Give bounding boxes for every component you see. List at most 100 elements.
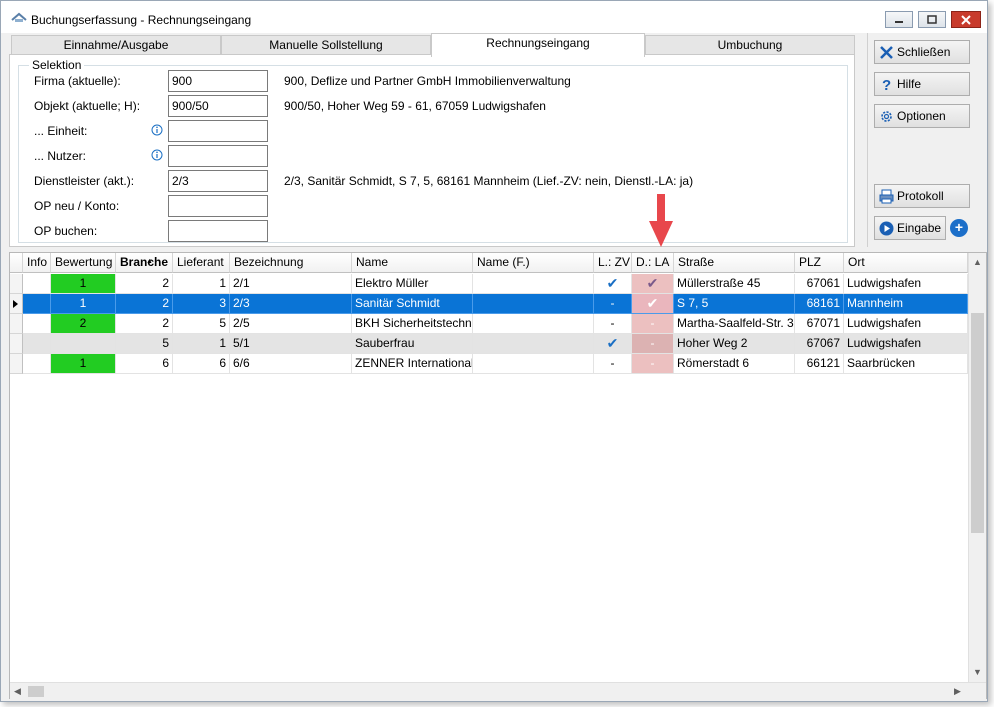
cell-name: Elektro Müller <box>352 274 473 294</box>
column-header-ort[interactable]: Ort <box>844 253 968 273</box>
column-header-info[interactable]: Info <box>23 253 51 273</box>
minimize-button[interactable] <box>885 11 913 28</box>
cell-l-zv: - <box>594 314 632 334</box>
close-button[interactable]: Schließen <box>874 40 970 64</box>
cell-strasse: Martha-Saalfeld-Str. 3 <box>674 314 795 334</box>
table-row[interactable]: 5 1 5/1 Sauberfrau ✔ - Hoher Weg 2 67067… <box>10 334 968 354</box>
protocol-button[interactable]: Protokoll <box>874 184 970 208</box>
row-header[interactable] <box>10 334 23 354</box>
tab-einnahme-ausgabe[interactable]: Einnahme/Ausgabe <box>11 35 221 55</box>
table-row[interactable]: 1 6 6 6/6 ZENNER International - - Römer… <box>10 354 968 374</box>
scroll-right-icon[interactable]: ▶ <box>954 686 961 697</box>
cell-strasse: S 7, 5 <box>674 294 795 314</box>
info-icon[interactable] <box>151 124 163 136</box>
column-header-branche[interactable]: ▲ Branche <box>116 253 173 273</box>
nutzer-input[interactable] <box>168 145 268 167</box>
column-header-bewertung[interactable]: Bewertung <box>51 253 116 273</box>
firma-description: 900, Deflize und Partner GmbH Immobilien… <box>284 74 571 88</box>
close-window-button[interactable] <box>951 11 981 28</box>
vertical-scrollbar[interactable]: ▲ ▼ <box>968 253 986 683</box>
tab-manuelle-sollstellung[interactable]: Manuelle Sollstellung <box>221 35 431 55</box>
horizontal-scroll-thumb[interactable] <box>28 686 44 697</box>
cell-branche: 2 <box>116 314 173 334</box>
main-window: Buchungserfassung - Rechnungseingang Ein… <box>0 0 988 702</box>
row-header[interactable] <box>10 354 23 374</box>
einheit-input[interactable] <box>168 120 268 142</box>
table-row[interactable]: 1 2 1 2/1 Elektro Müller ✔ ✔ Müllerstraß… <box>10 274 968 294</box>
cell-branche: 2 <box>116 294 173 314</box>
row-header[interactable] <box>10 274 23 294</box>
help-button[interactable]: ? Hilfe <box>874 72 970 96</box>
op-buchen-input[interactable] <box>168 220 268 242</box>
tab-rechnungseingang[interactable]: Rechnungseingang <box>431 33 645 57</box>
current-row-arrow-icon <box>13 300 18 308</box>
objekt-input[interactable] <box>168 95 268 117</box>
cell-d-la: - <box>632 314 674 334</box>
firma-input[interactable] <box>168 70 268 92</box>
sort-ascending-icon: ▲ <box>146 258 153 265</box>
cell-lieferant: 1 <box>173 334 230 354</box>
cell-info <box>23 294 51 314</box>
table-row-selected[interactable]: 1 2 3 2/3 Sanitär Schmidt - ✔ S 7, 5 681… <box>10 294 968 314</box>
add-button[interactable]: + <box>950 219 968 237</box>
maximize-button[interactable] <box>918 11 946 28</box>
cell-bezeichnung: 6/6 <box>230 354 352 374</box>
help-icon: ? <box>882 77 891 92</box>
row-header-current[interactable] <box>10 294 23 314</box>
dienstleister-input[interactable] <box>168 170 268 192</box>
options-button[interactable]: Optionen <box>874 104 970 128</box>
column-header-d-la[interactable]: D.: LA <box>632 253 674 273</box>
cell-lieferant: 1 <box>173 274 230 294</box>
column-header-name[interactable]: Name <box>352 253 473 273</box>
cell-l-zv: ✔ <box>594 334 632 354</box>
cell-name-f <box>473 334 594 354</box>
cell-plz: 66121 <box>795 354 844 374</box>
column-header-name-f[interactable]: Name (F.) <box>473 253 594 273</box>
app-icon <box>11 12 27 22</box>
side-button-panel: Schließen ? Hilfe Optionen Protokoll Ein… <box>867 33 979 247</box>
entry-button[interactable]: Eingabe <box>874 216 946 240</box>
cell-info <box>23 274 51 294</box>
window-title: Buchungserfassung - Rechnungseingang <box>31 13 252 27</box>
cell-plz: 68161 <box>795 294 844 314</box>
info-icon[interactable] <box>151 149 163 161</box>
vertical-scroll-thumb[interactable] <box>971 313 984 533</box>
op-neu-input[interactable] <box>168 195 268 217</box>
cell-bezeichnung: 2/1 <box>230 274 352 294</box>
svg-text:?: ? <box>882 77 891 92</box>
field-label-objekt: Objekt (aktuelle; H): <box>34 99 141 113</box>
field-label-op-buchen: OP buchen: <box>34 224 98 238</box>
protocol-button-label: Protokoll <box>897 189 944 203</box>
cell-l-zv: ✔ <box>594 274 632 294</box>
cell-d-la: ✔ <box>632 274 674 294</box>
cell-name: ZENNER International <box>352 354 473 374</box>
column-header-lieferant[interactable]: Lieferant <box>173 253 230 273</box>
table-row[interactable]: 2 2 5 2/5 BKH Sicherheitstechni - - Mart… <box>10 314 968 334</box>
column-header-plz[interactable]: PLZ <box>795 253 844 273</box>
column-header-l-zv[interactable]: L.: ZV <box>594 253 632 273</box>
field-label-dienstleister: Dienstleister (akt.): <box>34 174 135 188</box>
cell-d-la: - <box>632 334 674 354</box>
row-header[interactable] <box>10 314 23 334</box>
gear-icon <box>881 111 892 122</box>
cell-info <box>23 334 51 354</box>
tab-umbuchung[interactable]: Umbuchung <box>645 35 855 55</box>
cell-ort: Ludwigshafen <box>844 274 968 294</box>
cell-bezeichnung: 5/1 <box>230 334 352 354</box>
cell-name-f <box>473 314 594 334</box>
scroll-left-icon[interactable]: ◀ <box>14 686 21 697</box>
cell-bewertung <box>51 334 116 354</box>
scroll-down-icon[interactable]: ▼ <box>973 667 982 677</box>
cell-name: Sauberfrau <box>352 334 473 354</box>
column-header-strasse[interactable]: Straße <box>674 253 795 273</box>
horizontal-scrollbar[interactable]: ◀ ▶ <box>10 682 986 699</box>
field-label-firma: Firma (aktuelle): <box>34 74 121 88</box>
cell-plz: 67071 <box>795 314 844 334</box>
title-bar: Buchungserfassung - Rechnungseingang <box>1 1 987 33</box>
column-header-bezeichnung[interactable]: Bezeichnung <box>230 253 352 273</box>
cell-lieferant: 3 <box>173 294 230 314</box>
close-icon <box>961 15 971 25</box>
scroll-up-icon[interactable]: ▲ <box>973 257 982 267</box>
minimize-icon <box>895 21 903 23</box>
play-icon <box>879 221 894 236</box>
